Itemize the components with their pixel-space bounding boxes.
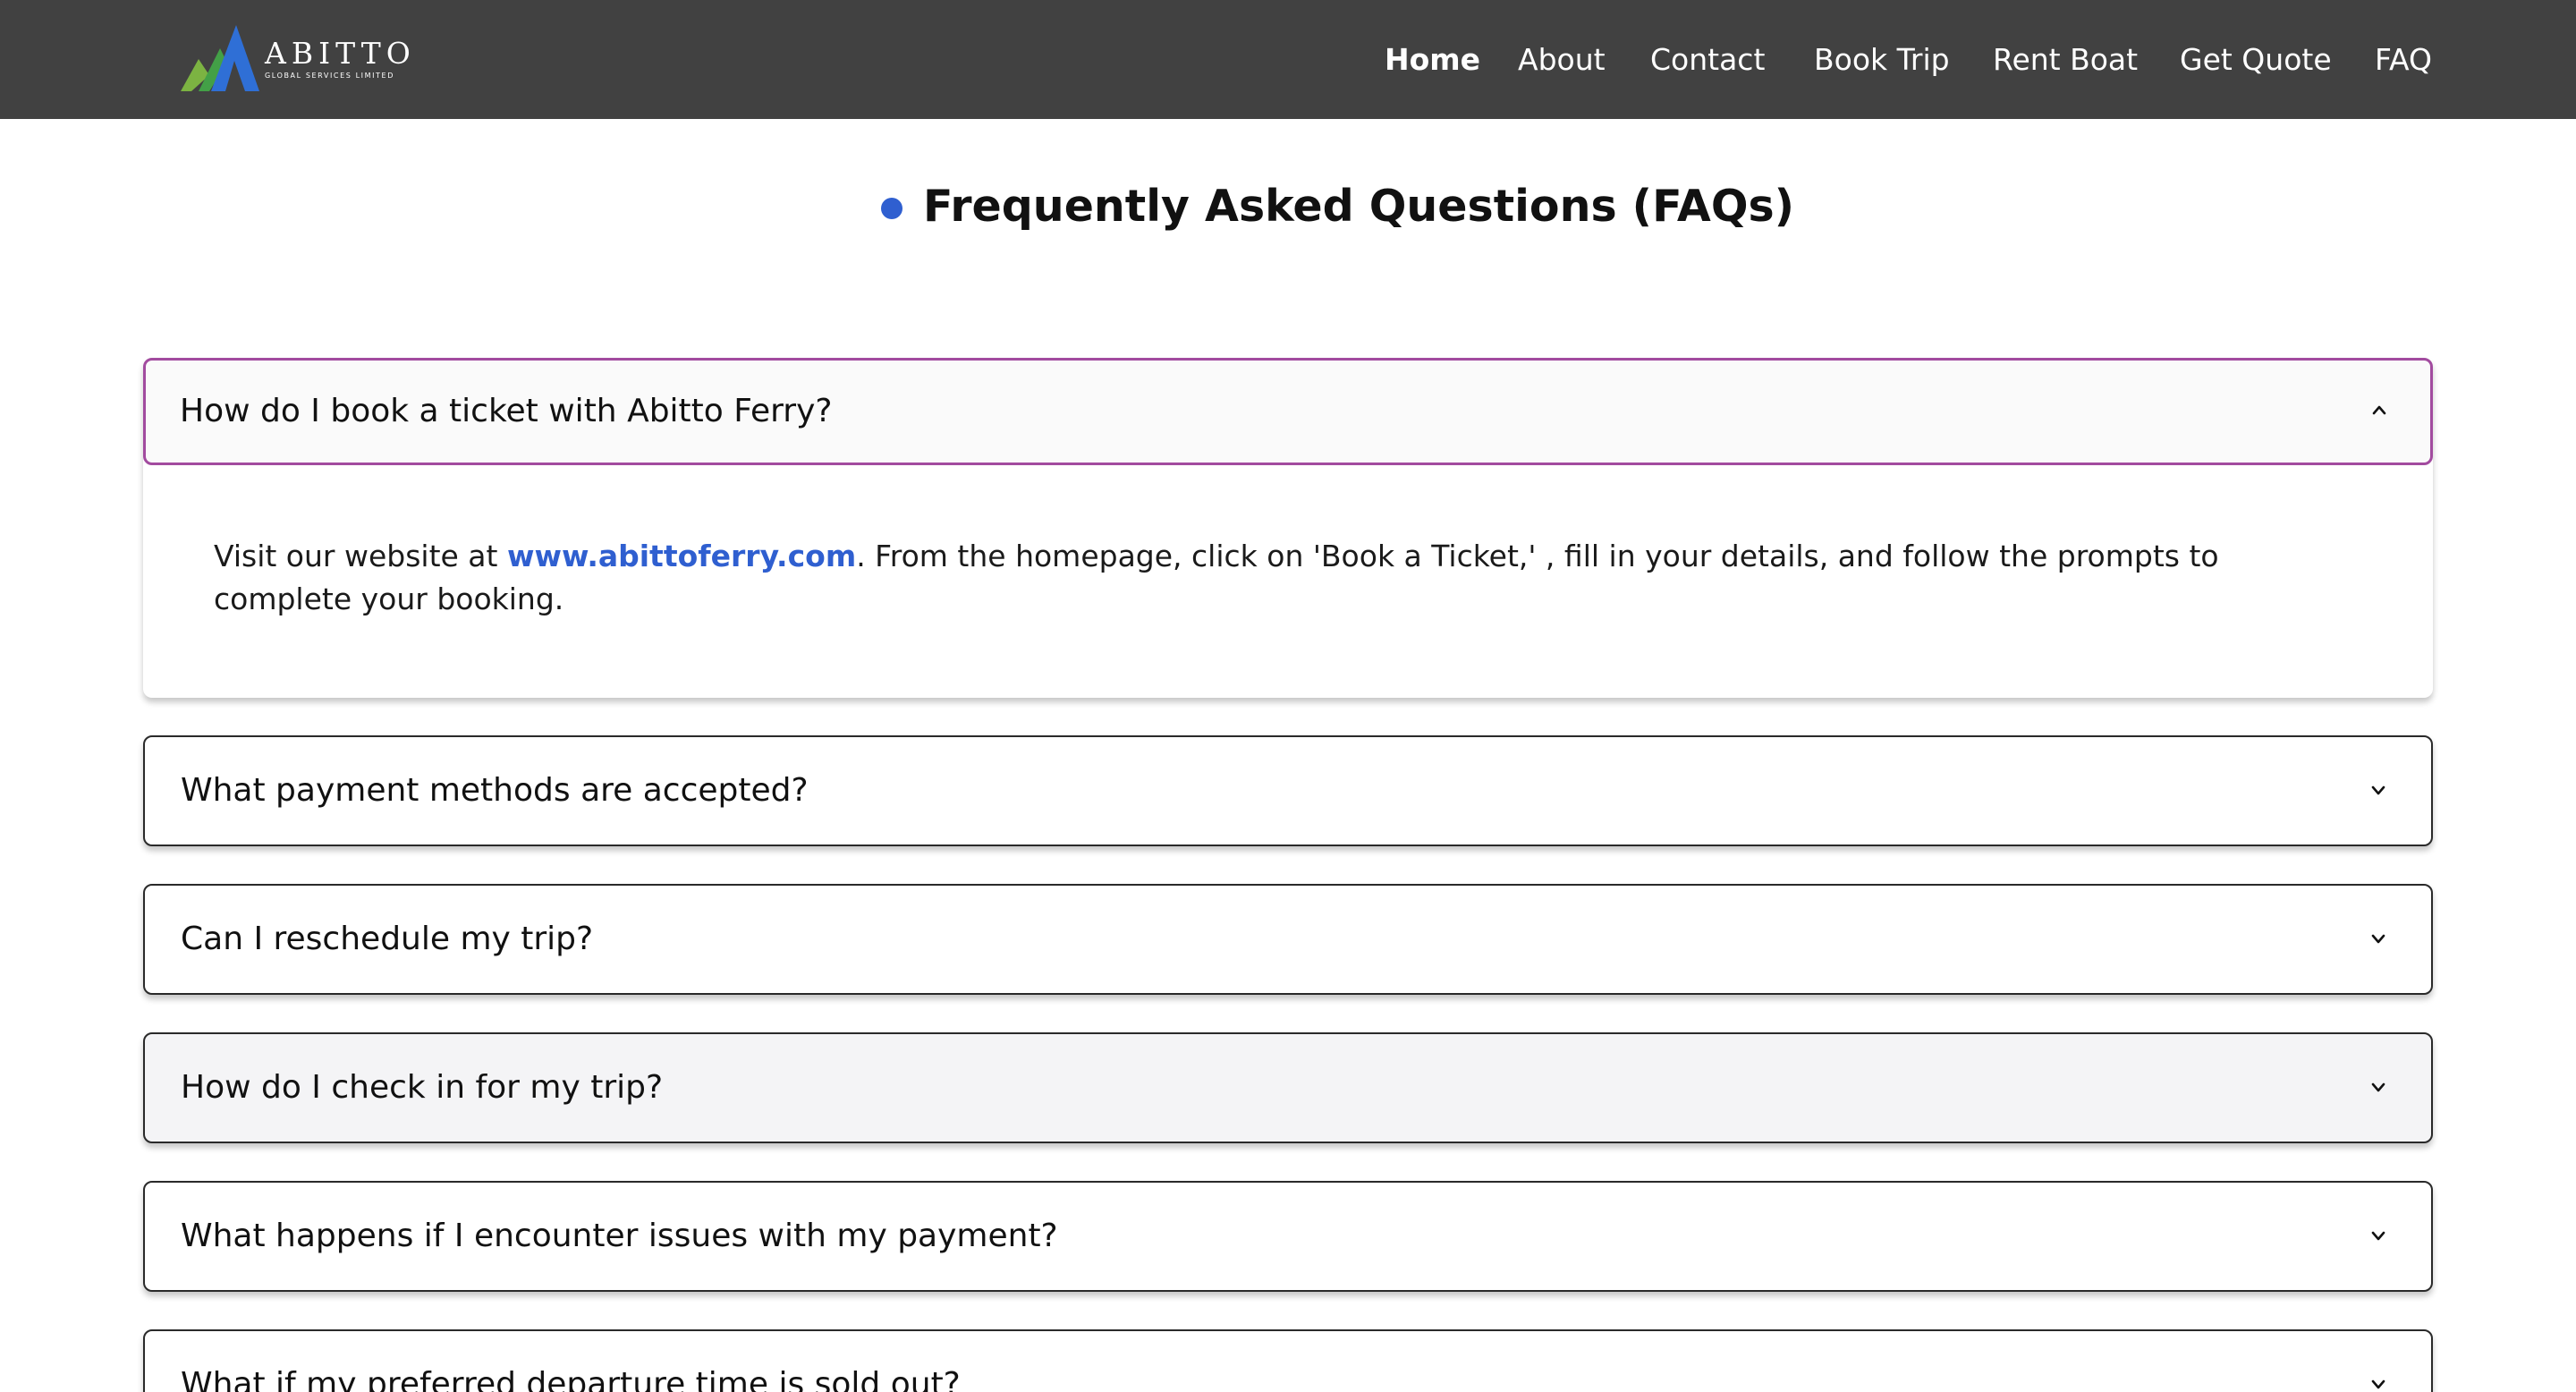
heading-bullet-icon (881, 198, 902, 219)
nav-get-quote[interactable]: Get Quote (2180, 40, 2332, 80)
chevron-down-icon (2371, 1231, 2385, 1241)
faq-question-toggle[interactable]: What happens if I encounter issues with … (145, 1183, 2431, 1290)
logo-wordmark: ABITTO (265, 36, 416, 71)
faq-answer-text: Visit our website at (214, 539, 507, 573)
navbar: ABITTO GLOBAL SERVICES LIMITED Home Abou… (0, 0, 2576, 119)
faq-question: Can I reschedule my trip? (181, 921, 594, 957)
faq-question: How do I check in for my trip? (181, 1069, 664, 1106)
nav-contact[interactable]: Contact (1650, 40, 1765, 80)
faq-question: How do I book a ticket with Abitto Ferry… (180, 393, 833, 429)
website-link[interactable]: www.abittoferry.com (507, 539, 856, 573)
nav-about[interactable]: About (1518, 40, 1606, 80)
logo-tagline: GLOBAL SERVICES LIMITED (265, 72, 394, 80)
nav-book-trip[interactable]: Book Trip (1814, 40, 1950, 80)
nav-faq[interactable]: FAQ (2375, 40, 2432, 80)
faq-question-toggle[interactable]: Can I reschedule my trip? (145, 886, 2431, 993)
chevron-up-icon (2372, 405, 2386, 415)
faq-answer: Visit our website at www.abittoferry.com… (143, 465, 2433, 698)
logo[interactable]: ABITTO GLOBAL SERVICES LIMITED (179, 21, 420, 95)
page-title: Frequently Asked Questions (FAQs) (923, 181, 1795, 232)
chevron-down-icon (2371, 934, 2385, 944)
faq-question-toggle[interactable]: How do I book a ticket with Abitto Ferry… (143, 358, 2433, 465)
faq-question: What payment methods are accepted? (181, 772, 809, 809)
faq-item: How do I book a ticket with Abitto Ferry… (143, 358, 2433, 698)
faq-question-toggle[interactable]: How do I check in for my trip? (145, 1034, 2431, 1142)
faq-question: What if my preferred departure time is s… (181, 1366, 961, 1392)
faq-item: What happens if I encounter issues with … (143, 1181, 2433, 1292)
faq-item: What payment methods are accepted? (143, 735, 2433, 846)
faq-item: Can I reschedule my trip? (143, 884, 2433, 995)
faq-question-toggle[interactable]: What payment methods are accepted? (145, 737, 2431, 845)
faq-item: What if my preferred departure time is s… (143, 1329, 2433, 1392)
faq-question: What happens if I encounter issues with … (181, 1218, 1058, 1254)
chevron-down-icon (2371, 1379, 2385, 1389)
chevron-down-icon (2371, 785, 2385, 795)
faq-item: How do I check in for my trip? (143, 1032, 2433, 1143)
chevron-down-icon (2371, 1082, 2385, 1092)
logo-mark-icon (181, 25, 259, 91)
faq-question-toggle[interactable]: What if my preferred departure time is s… (145, 1331, 2431, 1392)
nav-rent-boat[interactable]: Rent Boat (1993, 40, 2138, 80)
nav-home[interactable]: Home (1385, 40, 1480, 80)
page: ABITTO GLOBAL SERVICES LIMITED Home Abou… (0, 0, 2576, 1392)
